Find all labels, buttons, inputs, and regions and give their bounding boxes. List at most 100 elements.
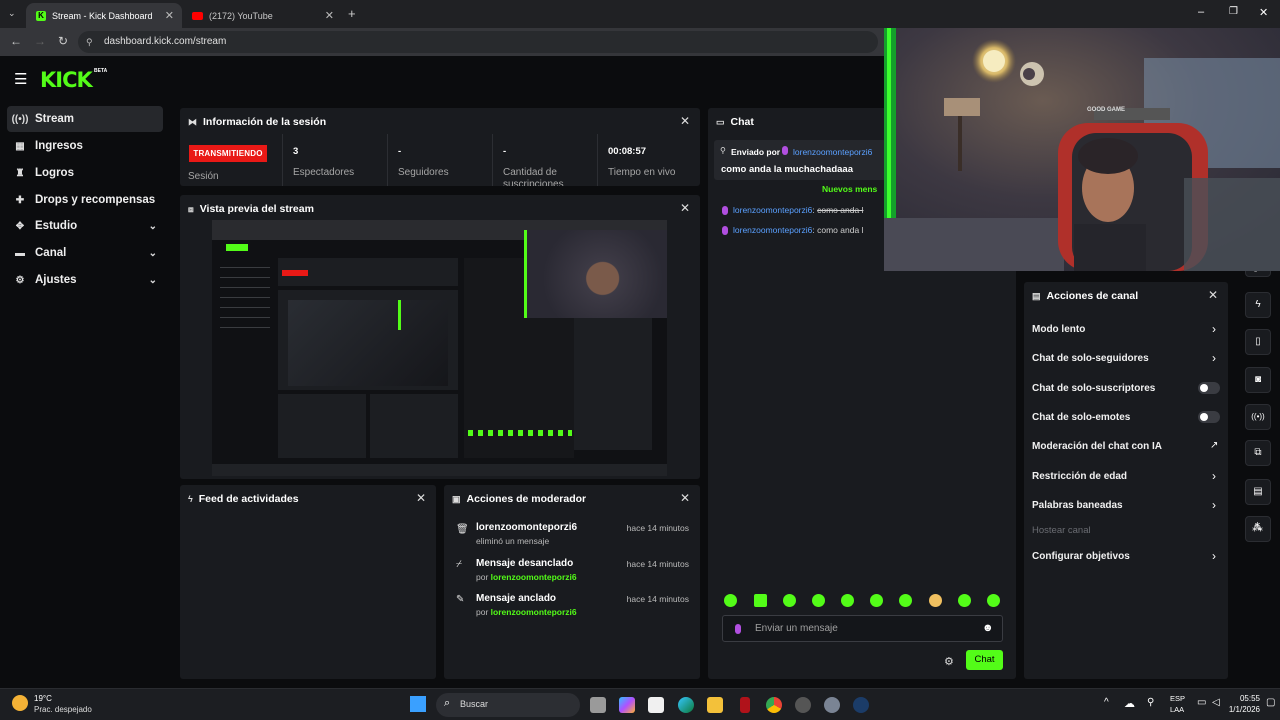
pinned-user[interactable]: lorenzoomonteporzi6 — [793, 147, 872, 157]
menu-icon[interactable]: ☰ — [14, 70, 27, 88]
close-icon[interactable]: ✕ — [416, 491, 426, 505]
lightning-icon[interactable]: ϟ — [1245, 292, 1271, 318]
emote-icon[interactable] — [987, 594, 1000, 607]
maximize-icon[interactable]: ❐ — [1229, 6, 1238, 17]
clipboard-icon[interactable]: ▤ — [1245, 479, 1271, 505]
chevron-right-icon[interactable]: › — [1212, 322, 1216, 336]
emote-icon[interactable] — [812, 594, 825, 607]
emote-icon[interactable] — [929, 594, 942, 607]
sidebar-item-logros[interactable]: ♜ Logros — [7, 160, 163, 186]
external-window-icon[interactable]: ⧉ — [1245, 440, 1271, 466]
emote-icon[interactable] — [783, 594, 796, 607]
chat-send-button[interactable]: Chat — [966, 650, 1003, 670]
store-icon[interactable] — [648, 697, 664, 713]
action-followers-only[interactable]: Chat de solo-seguidores — [1032, 353, 1149, 364]
chat-message[interactable]: lorenzoomonteporzi6: como anda l — [722, 205, 884, 216]
volume-icon[interactable]: ◁ — [1212, 697, 1220, 708]
emotes-only-toggle[interactable] — [1198, 411, 1220, 423]
new-tab-icon[interactable]: + — [348, 6, 356, 21]
emote-icon[interactable] — [724, 594, 737, 607]
sidebar-item-ajustes[interactable]: ⚙ Ajustes ⌄ — [7, 267, 163, 293]
emote-icon[interactable] — [899, 594, 912, 607]
tab-kick-dashboard[interactable]: K Stream - Kick Dashboard ✕ — [26, 3, 182, 28]
close-icon[interactable]: ✕ — [165, 9, 174, 22]
emote-icon[interactable] — [870, 594, 883, 607]
chat-username[interactable]: lorenzoomonteporzi6 — [733, 205, 812, 215]
tray-chevron-icon[interactable]: ^ — [1104, 697, 1109, 708]
revenue-icon: ▦ — [15, 140, 25, 152]
action-goals[interactable]: Configurar objetivos — [1032, 551, 1130, 562]
action-ai-moderation[interactable]: Moderación del chat con IA — [1032, 441, 1162, 452]
chevron-right-icon[interactable]: › — [1212, 469, 1216, 483]
app-icon[interactable] — [795, 697, 811, 713]
trash-icon: 🗑 — [456, 524, 469, 535]
action-banned-words[interactable]: Palabras baneadas — [1032, 500, 1123, 511]
emoji-icon[interactable]: ☻ — [982, 622, 994, 634]
site-info-icon[interactable]: ⚲ — [86, 31, 93, 53]
sidebar-item-estudio[interactable]: ✥ Estudio ⌄ — [7, 213, 163, 239]
close-icon[interactable]: ✕ — [680, 201, 690, 215]
close-icon[interactable]: ✕ — [325, 9, 334, 22]
close-icon[interactable]: ✕ — [680, 114, 690, 128]
url-field[interactable]: ⚲ dashboard.kick.com/stream — [78, 31, 878, 53]
taskbar: 19°C Prac. despejado ⌕ Buscar ^ ☁ ⚲ ESP … — [0, 688, 1280, 720]
taskbar-search[interactable]: ⌕ Buscar — [436, 693, 580, 717]
lang-line1[interactable]: ESP — [1170, 694, 1185, 703]
clock-time[interactable]: 05:55 — [1220, 694, 1260, 703]
minimize-icon[interactable]: – — [1198, 6, 1204, 18]
chat-input[interactable]: Enviar un mensaje ☻ — [722, 615, 1003, 642]
weather-desc: Prac. despejado — [34, 705, 92, 714]
tab-list-chevron-icon[interactable]: ⌄ — [8, 8, 16, 19]
tab-youtube[interactable]: (2172) YouTube ✕ — [182, 3, 342, 28]
back-icon[interactable]: ← — [10, 34, 22, 48]
windows-start-icon[interactable] — [410, 696, 426, 712]
mod-item-title: lorenzoomonteporzi6 — [476, 522, 578, 533]
notification-icon[interactable]: ▢ — [1266, 697, 1275, 708]
network-icon[interactable]: ▭ — [1197, 697, 1206, 708]
emote-icon[interactable] — [958, 594, 971, 607]
sidebar-item-ingresos[interactable]: ▦ Ingresos — [7, 133, 163, 159]
close-window-icon[interactable]: ✕ — [1259, 6, 1268, 19]
chat-message[interactable]: lorenzoomonteporzi6: como anda l — [722, 225, 884, 236]
mod-item-user[interactable]: lorenzoomonteporzi6 — [491, 607, 577, 617]
chat-settings-icon[interactable]: ⚙ — [944, 655, 954, 668]
mic-tray-icon[interactable]: ⚲ — [1147, 697, 1154, 708]
close-icon[interactable]: ✕ — [680, 491, 690, 505]
external-link-icon[interactable]: ↗ — [1210, 440, 1218, 451]
kick-logo[interactable]: KICK — [40, 68, 93, 92]
steam-icon[interactable] — [853, 697, 869, 713]
emote-icon[interactable] — [841, 594, 854, 607]
sidebar-item-drops[interactable]: ✚ Drops y recompensas — [7, 187, 163, 213]
chrome-icon[interactable] — [766, 697, 782, 713]
task-view-icon[interactable] — [590, 697, 606, 713]
chevron-right-icon[interactable]: › — [1212, 351, 1216, 365]
sidebar-item-stream[interactable]: ((•)) Stream — [7, 106, 163, 132]
settings-icon[interactable] — [824, 697, 840, 713]
document-icon[interactable]: ▯ — [1245, 329, 1271, 355]
chevron-right-icon[interactable]: › — [1212, 549, 1216, 563]
chat-username[interactable]: lorenzoomonteporzi6 — [733, 225, 812, 235]
forward-icon[interactable]: → — [34, 34, 46, 48]
copilot-icon[interactable] — [619, 697, 635, 713]
reload-icon[interactable]: ↻ — [58, 34, 68, 48]
clock-date[interactable]: 1/1/2026 — [1220, 705, 1260, 714]
action-slow-mode[interactable]: Modo lento — [1032, 324, 1085, 335]
close-icon[interactable]: ✕ — [1208, 288, 1218, 302]
subscribers-only-toggle[interactable] — [1198, 382, 1220, 394]
app-red-icon[interactable] — [740, 697, 750, 713]
sidebar-item-canal[interactable]: ▬ Canal ⌄ — [7, 240, 163, 266]
file-explorer-icon[interactable] — [707, 697, 723, 713]
lang-line2[interactable]: LAA — [1170, 705, 1184, 714]
chat-bubble-icon[interactable]: ◙ — [1245, 367, 1271, 393]
edge-icon[interactable] — [678, 697, 694, 713]
stream-preview-video[interactable] — [212, 220, 667, 476]
chevron-right-icon[interactable]: › — [1212, 498, 1216, 512]
panel-title: ϟ Feed de actividades — [188, 493, 299, 505]
webcam-overlay: GOOD GAME — [884, 28, 1280, 271]
emote-icon[interactable] — [754, 594, 767, 607]
mod-item-user[interactable]: lorenzoomonteporzi6 — [491, 572, 577, 582]
broadcast-icon[interactable]: ((•)) — [1245, 404, 1271, 430]
cloud-icon[interactable]: ☁ — [1124, 697, 1135, 710]
action-age-restriction[interactable]: Restricción de edad — [1032, 471, 1127, 482]
share-icon[interactable]: ⁂ — [1252, 521, 1263, 534]
